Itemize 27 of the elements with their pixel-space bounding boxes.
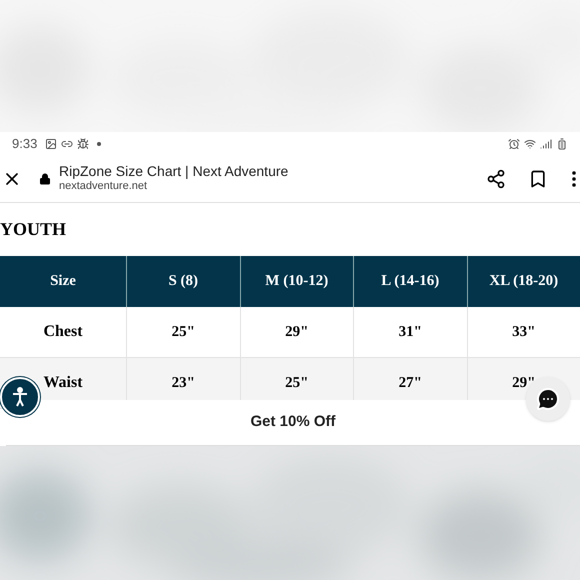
table-cell-text: 31" xyxy=(398,322,422,342)
column-header: Size xyxy=(49,272,77,292)
signal-icon xyxy=(540,138,552,150)
table-cell-text: 27" xyxy=(398,374,422,393)
chat-icon xyxy=(536,387,560,411)
bug-icon xyxy=(77,138,90,150)
wifi-icon xyxy=(524,138,536,150)
table-cell-text: 29" xyxy=(512,374,536,393)
share-button[interactable] xyxy=(486,168,506,188)
lock-icon xyxy=(39,172,51,184)
row-label: Chest xyxy=(43,322,83,342)
alarm-icon xyxy=(508,138,520,150)
share-icon xyxy=(486,168,506,188)
status-time: 9:33 xyxy=(12,134,38,153)
table-cell-text: 23" xyxy=(172,374,195,393)
menu-icon xyxy=(572,170,576,186)
battery-icon xyxy=(556,138,568,150)
section-heading: YOUTH xyxy=(0,218,66,241)
page-url: nextadventure.net xyxy=(59,180,148,194)
row-label: Waist xyxy=(43,373,83,393)
image-icon xyxy=(45,138,58,150)
table-cell-text: 29" xyxy=(285,322,308,342)
discount-banner[interactable]: Get 10% Off xyxy=(6,400,580,446)
table-cell-text: 25" xyxy=(285,374,308,393)
table-cell-text: 25" xyxy=(172,322,195,342)
table-cell-text: 33" xyxy=(512,322,536,342)
page-title: RipZone Size Chart | Next Adventure xyxy=(59,162,288,180)
